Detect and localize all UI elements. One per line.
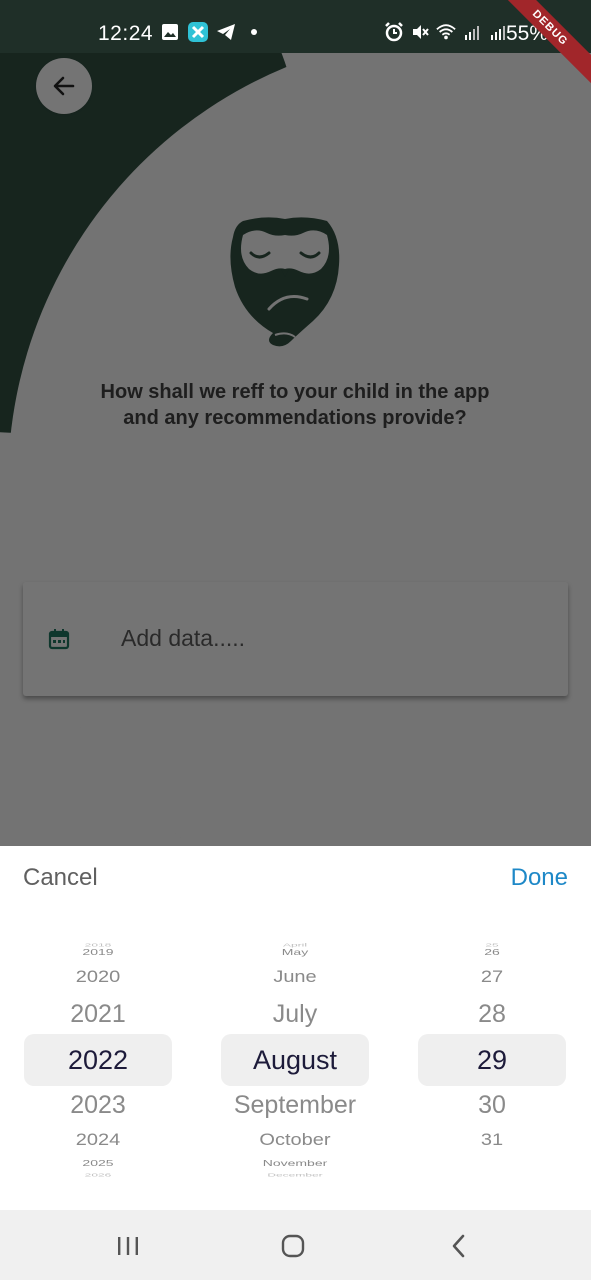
status-bar: 12:24 55% [0, 0, 591, 53]
year-item-selected[interactable]: 2022 [24, 1045, 172, 1076]
year-item[interactable]: 2021 [24, 1000, 172, 1029]
year-item[interactable]: 2019 [24, 947, 172, 957]
day-item[interactable]: 28 [418, 1000, 566, 1029]
day-item[interactable]: 26 [418, 947, 566, 957]
year-item[interactable]: 2026 [24, 1172, 172, 1178]
day-wheel[interactable]: 25 26 27 28 29 30 31 [418, 938, 566, 1178]
more-notifications-dot [244, 22, 264, 42]
signal-icon-2 [488, 22, 508, 42]
recent-apps-button[interactable] [108, 1230, 148, 1262]
wifi-icon [436, 22, 456, 42]
system-icons [384, 22, 508, 42]
month-item-selected[interactable]: August [221, 1045, 369, 1076]
day-item[interactable]: 30 [418, 1091, 566, 1120]
mute-icon [410, 22, 430, 42]
month-item[interactable]: October [221, 1131, 369, 1151]
done-button[interactable]: Done [511, 864, 568, 892]
year-item[interactable]: 2020 [24, 968, 172, 988]
notification-icons [160, 22, 264, 42]
signal-icon-1 [462, 22, 482, 42]
telegram-icon [216, 22, 236, 42]
nav-back-button[interactable] [439, 1230, 479, 1262]
month-item[interactable]: September [221, 1091, 369, 1120]
gallery-icon [160, 22, 180, 42]
recent-apps-icon [118, 1237, 138, 1255]
year-item[interactable]: 2023 [24, 1091, 172, 1120]
day-item-selected[interactable]: 29 [418, 1045, 566, 1076]
month-item[interactable]: June [221, 968, 369, 988]
month-item[interactable]: November [221, 1158, 369, 1168]
day-item[interactable]: 27 [418, 968, 566, 988]
alarm-icon [384, 22, 404, 42]
month-item[interactable]: May [221, 947, 369, 957]
year-item[interactable]: 2024 [24, 1131, 172, 1151]
day-item[interactable]: 31 [418, 1131, 566, 1151]
month-wheel[interactable]: April May June July August September Oct… [221, 938, 369, 1178]
month-item[interactable]: December [221, 1172, 369, 1178]
back-icon [452, 1234, 465, 1258]
app-notification-icon [188, 22, 208, 42]
system-nav-bar [0, 1210, 591, 1280]
home-button[interactable] [273, 1230, 313, 1262]
modal-scrim[interactable] [0, 0, 591, 846]
date-picker-sheet: Cancel Done 2018 2019 2020 2021 2022 202… [0, 846, 591, 1210]
home-icon [281, 1234, 305, 1258]
year-wheel[interactable]: 2018 2019 2020 2021 2022 2023 2024 2025 … [24, 938, 172, 1178]
year-item[interactable]: 2025 [24, 1158, 172, 1168]
month-item[interactable]: July [221, 1000, 369, 1029]
cancel-button[interactable]: Cancel [23, 864, 98, 892]
status-time: 12:24 [98, 22, 154, 45]
